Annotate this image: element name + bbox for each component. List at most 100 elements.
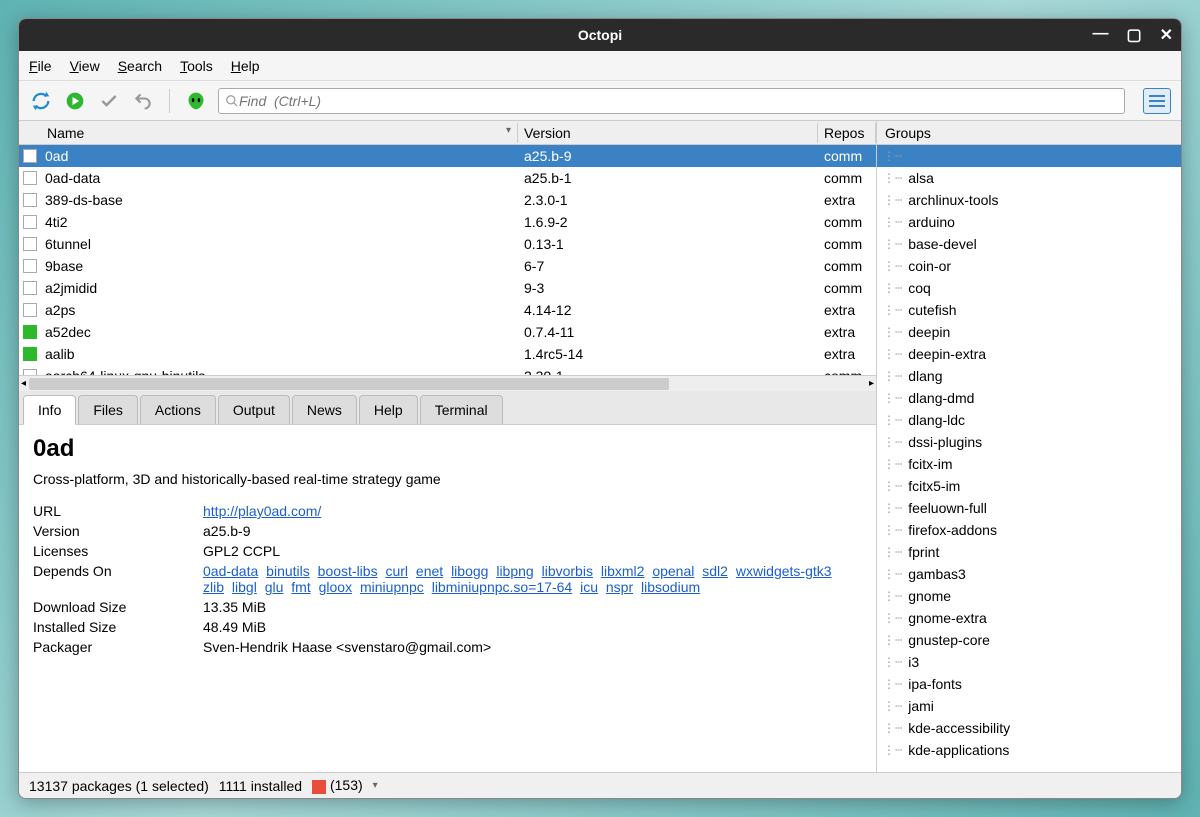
dependency-link[interactable]: enet (416, 563, 443, 579)
column-version[interactable]: Version (518, 123, 818, 143)
status-dropdown-icon[interactable]: ▾ (373, 780, 378, 791)
dependency-link[interactable]: icu (580, 579, 598, 595)
dependency-link[interactable]: libogg (451, 563, 488, 579)
group-item[interactable]: ⋮┄dssi-plugins (877, 431, 1181, 453)
search-box[interactable] (218, 88, 1125, 114)
menu-file[interactable]: File (29, 58, 52, 74)
group-item[interactable]: ⋮┄coq (877, 277, 1181, 299)
column-status[interactable] (19, 131, 41, 135)
group-item[interactable]: ⋮┄gnome (877, 585, 1181, 607)
tab-files[interactable]: Files (78, 395, 138, 424)
info-packager-label: Packager (33, 639, 203, 655)
menu-tools[interactable]: Tools (180, 58, 213, 74)
dependency-link[interactable]: sdl2 (702, 563, 728, 579)
package-row[interactable]: 0ad-dataa25.b-1comm (19, 167, 876, 189)
dependency-link[interactable]: glu (265, 579, 284, 595)
group-item[interactable]: ⋮┄kde-applications (877, 739, 1181, 761)
group-item[interactable]: ⋮┄dlang-ldc (877, 409, 1181, 431)
column-name[interactable]: Name▾ (41, 123, 518, 143)
menu-toggle-button[interactable] (1143, 88, 1171, 114)
group-item[interactable]: ⋮┄arduino (877, 211, 1181, 233)
group-item[interactable]: ⋮┄feeluown-full (877, 497, 1181, 519)
dependency-link[interactable]: binutils (266, 563, 310, 579)
dependency-link[interactable]: libminiupnpc.so=17-64 (432, 579, 572, 595)
dependency-link[interactable]: fmt (291, 579, 310, 595)
group-item[interactable]: ⋮┄firefox-addons (877, 519, 1181, 541)
group-item[interactable]: ⋮┄base-devel (877, 233, 1181, 255)
undo-icon[interactable] (131, 89, 155, 113)
info-pane[interactable]: 0ad Cross-platform, 3D and historically-… (19, 425, 876, 772)
group-item[interactable]: ⋮┄archlinux-tools (877, 189, 1181, 211)
sync-icon[interactable] (29, 89, 53, 113)
dependency-link[interactable]: libgl (232, 579, 257, 595)
check-icon[interactable] (97, 89, 121, 113)
group-item[interactable]: ⋮┄jami (877, 695, 1181, 717)
group-item[interactable]: ⋮┄gambas3 (877, 563, 1181, 585)
group-item[interactable]: ⋮┄fcitx-im (877, 453, 1181, 475)
group-item[interactable]: ⋮┄dlang (877, 365, 1181, 387)
package-row[interactable]: 9base6-7comm (19, 255, 876, 277)
group-item[interactable]: ⋮┄ipa-fonts (877, 673, 1181, 695)
dependency-link[interactable]: libxml2 (601, 563, 645, 579)
dependency-link[interactable]: libsodium (641, 579, 700, 595)
package-row[interactable]: a2ps4.14-12extra (19, 299, 876, 321)
tab-news[interactable]: News (292, 395, 357, 424)
dependency-link[interactable]: 0ad-data (203, 563, 258, 579)
horizontal-scrollbar[interactable]: ◂ ▸ (19, 375, 876, 391)
column-repo[interactable]: Repos (818, 123, 876, 143)
scroll-right-icon[interactable]: ▸ (867, 376, 876, 391)
group-item[interactable]: ⋮┄gnustep-core (877, 629, 1181, 651)
tab-actions[interactable]: Actions (140, 395, 216, 424)
menu-help[interactable]: Help (231, 58, 260, 74)
tab-output[interactable]: Output (218, 395, 290, 424)
groups-list[interactable]: ⋮┄⋮┄alsa⋮┄archlinux-tools⋮┄arduino⋮┄base… (877, 145, 1181, 772)
group-item[interactable]: ⋮┄dlang-dmd (877, 387, 1181, 409)
maximize-button[interactable]: ▢ (1126, 25, 1141, 45)
close-button[interactable]: ✕ (1160, 25, 1173, 45)
dependency-link[interactable]: libvorbis (542, 563, 593, 579)
group-item[interactable]: ⋮┄deepin (877, 321, 1181, 343)
scroll-left-icon[interactable]: ◂ (19, 376, 28, 391)
group-item[interactable]: ⋮┄gnome-extra (877, 607, 1181, 629)
group-item[interactable]: ⋮┄ (877, 145, 1181, 167)
group-item[interactable]: ⋮┄cutefish (877, 299, 1181, 321)
dependency-link[interactable]: libpng (496, 563, 533, 579)
group-item[interactable]: ⋮┄fcitx5-im (877, 475, 1181, 497)
dependency-link[interactable]: curl (385, 563, 408, 579)
group-item[interactable]: ⋮┄kde-accessibility (877, 717, 1181, 739)
search-input[interactable] (239, 93, 1118, 109)
play-icon[interactable] (63, 89, 87, 113)
groups-header[interactable]: Groups (877, 121, 1181, 145)
titlebar[interactable]: Octopi — ▢ ✕ (19, 19, 1181, 51)
dependency-link[interactable]: zlib (203, 579, 224, 595)
package-row[interactable]: a52dec0.7.4-11extra (19, 321, 876, 343)
group-item[interactable]: ⋮┄i3 (877, 651, 1181, 673)
dependency-link[interactable]: miniupnpc (360, 579, 424, 595)
menu-search[interactable]: Search (118, 58, 162, 74)
package-rows[interactable]: 0ada25.b-9comm0ad-dataa25.b-1comm389-ds-… (19, 145, 876, 375)
package-row[interactable]: a2jmidid9-3comm (19, 277, 876, 299)
package-row[interactable]: 4ti21.6.9-2comm (19, 211, 876, 233)
minimize-button[interactable]: — (1092, 25, 1108, 45)
group-item[interactable]: ⋮┄fprint (877, 541, 1181, 563)
info-url-link[interactable]: http://play0ad.com/ (203, 503, 321, 519)
alien-icon[interactable] (184, 89, 208, 113)
package-row[interactable]: 6tunnel0.13-1comm (19, 233, 876, 255)
tab-info[interactable]: Info (23, 395, 76, 425)
dependency-link[interactable]: openal (652, 563, 694, 579)
package-row[interactable]: aarch64-linux-gnu-binutils2.39-1comm (19, 365, 876, 375)
group-item[interactable]: ⋮┄coin-or (877, 255, 1181, 277)
package-row[interactable]: 389-ds-base2.3.0-1extra (19, 189, 876, 211)
group-item[interactable]: ⋮┄deepin-extra (877, 343, 1181, 365)
package-row[interactable]: aalib1.4rc5-14extra (19, 343, 876, 365)
tab-terminal[interactable]: Terminal (420, 395, 503, 424)
dependency-link[interactable]: gloox (319, 579, 352, 595)
dependency-link[interactable]: wxwidgets-gtk3 (736, 563, 832, 579)
scroll-thumb[interactable] (29, 378, 669, 390)
dependency-link[interactable]: boost-libs (318, 563, 378, 579)
group-item[interactable]: ⋮┄alsa (877, 167, 1181, 189)
tab-help[interactable]: Help (359, 395, 418, 424)
package-row[interactable]: 0ada25.b-9comm (19, 145, 876, 167)
dependency-link[interactable]: nspr (606, 579, 633, 595)
menu-view[interactable]: View (70, 58, 100, 74)
